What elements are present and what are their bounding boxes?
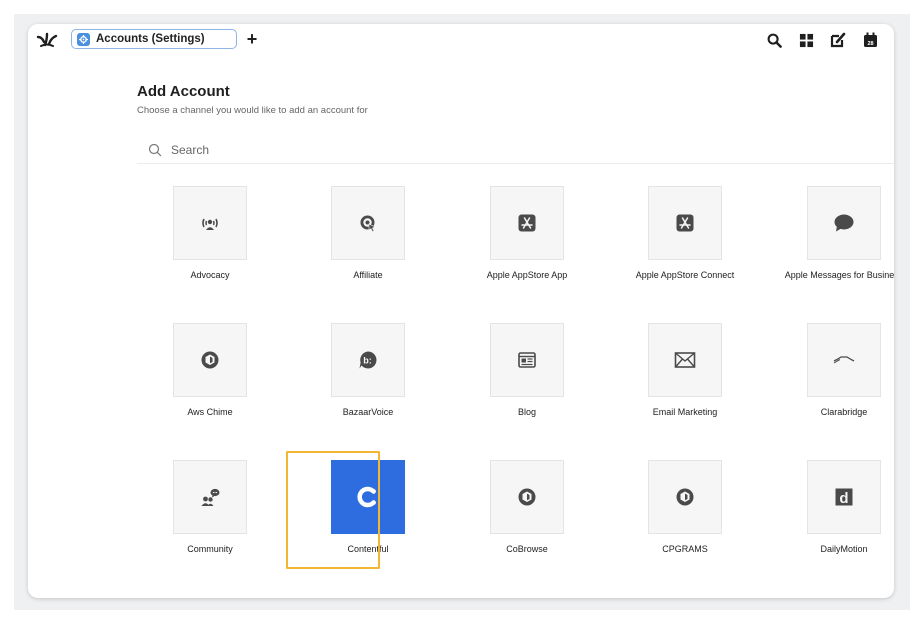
search-icon[interactable] [765, 31, 783, 49]
channel-tile[interactable] [173, 186, 247, 260]
channel-tile[interactable] [173, 323, 247, 397]
clarabridge-icon [833, 354, 855, 366]
channel-card-apple-appstore-app[interactable]: Apple AppStore App [452, 184, 602, 294]
tab-label: Accounts (Settings) [96, 33, 205, 45]
channel-tile[interactable]: d [807, 460, 881, 534]
channel-card-community[interactable]: Community [135, 458, 285, 568]
channel-card-email-marketing[interactable]: Email Marketing [610, 321, 760, 431]
channel-card-affiliate[interactable]: Affiliate [293, 184, 443, 294]
compose-icon[interactable] [829, 31, 847, 49]
app-window: Accounts (Settings) + 28 Add Account Cho… [28, 24, 894, 598]
calendar-icon[interactable]: 28 [861, 31, 879, 49]
page-subtitle: Choose a channel you would like to add a… [137, 105, 368, 116]
search-icon [148, 143, 162, 157]
channel-label: CoBrowse [506, 544, 548, 554]
search-input[interactable] [171, 143, 471, 157]
affiliate-icon [358, 213, 378, 233]
channel-tile[interactable]: b: [331, 323, 405, 397]
community-icon [199, 486, 221, 508]
selection-highlight [286, 451, 380, 569]
channel-card-apple-appstore-connect[interactable]: Apple AppStore Connect [610, 184, 760, 294]
channel-tile[interactable] [490, 460, 564, 534]
channel-label: Email Marketing [652, 407, 718, 417]
envelope-icon [674, 351, 696, 369]
channel-tile[interactable] [331, 186, 405, 260]
channel-tile[interactable] [648, 186, 722, 260]
channel-search [137, 137, 894, 164]
channel-card-aws-chime[interactable]: Aws Chime [135, 321, 285, 431]
channel-label: DailyMotion [820, 544, 868, 554]
sprinklr-logo-icon[interactable] [36, 31, 58, 49]
channel-card-blog[interactable]: Blog [452, 321, 602, 431]
hexagon-box-icon [517, 487, 537, 507]
channel-label: Apple Messages for Business [784, 270, 894, 280]
channel-card-clarabridge[interactable]: Clarabridge [769, 321, 894, 431]
channel-tile[interactable] [648, 460, 722, 534]
bazaarvoice-icon: b: [358, 350, 378, 370]
channel-card-dailymotion[interactable]: d DailyMotion [769, 458, 894, 568]
channel-label: Apple AppStore Connect [635, 270, 735, 280]
channel-label: Clarabridge [820, 407, 868, 417]
calendar-day: 28 [867, 41, 873, 47]
appstore-icon [517, 213, 537, 233]
channel-label: Apple AppStore App [486, 270, 568, 280]
channel-tile[interactable] [173, 460, 247, 534]
channel-card-cobrowse[interactable]: CoBrowse [452, 458, 602, 568]
new-tab-button[interactable]: + [244, 28, 260, 50]
channel-card-advocacy[interactable]: Advocacy [135, 184, 285, 294]
hexagon-box-icon [200, 350, 220, 370]
svg-text:d: d [839, 490, 848, 507]
channel-label: Advocacy [190, 270, 230, 280]
grid-icon[interactable] [797, 31, 815, 49]
channel-card-apple-messages-for-business[interactable]: Apple Messages for Business [769, 184, 894, 294]
svg-text:b:: b: [363, 356, 372, 366]
channel-label: Blog [517, 407, 536, 417]
channel-label: BazaarVoice [342, 407, 394, 417]
channel-label: Affiliate [353, 270, 383, 280]
dailymotion-icon: d [834, 487, 854, 507]
appstore-icon [675, 213, 695, 233]
channel-label: CPGRAMS [662, 544, 708, 554]
channel-card-cpgrams[interactable]: CPGRAMS [610, 458, 760, 568]
gear-icon [77, 32, 90, 46]
channel-label: Community [187, 544, 233, 554]
channel-card-bazaarvoice[interactable]: b: BazaarVoice [293, 321, 443, 431]
hexagon-box-icon [675, 487, 695, 507]
channel-tile[interactable] [807, 323, 881, 397]
advocacy-icon [200, 213, 220, 233]
top-bar: Accounts (Settings) + 28 [28, 24, 894, 56]
page-title: Add Account [137, 83, 230, 100]
channel-tile[interactable] [807, 186, 881, 260]
chat-bubble-icon [833, 213, 855, 233]
channel-tile[interactable] [490, 186, 564, 260]
channel-label: Aws Chime [187, 407, 233, 417]
channel-tile[interactable] [648, 323, 722, 397]
tab-accounts-settings[interactable]: Accounts (Settings) [71, 29, 237, 49]
channel-tile[interactable] [490, 323, 564, 397]
blog-icon [517, 350, 537, 370]
